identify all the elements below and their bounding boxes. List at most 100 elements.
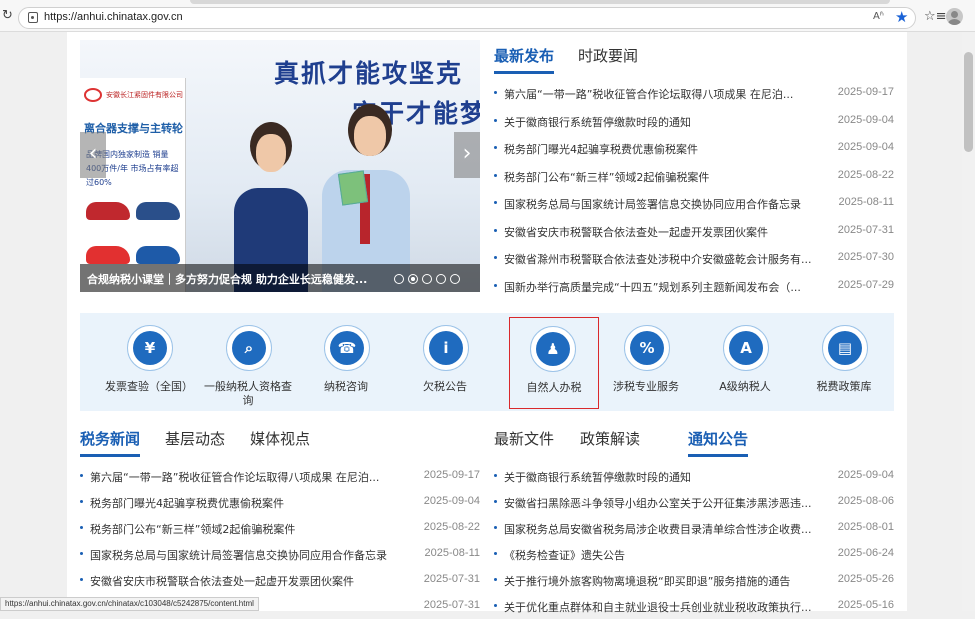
service-icon-ring[interactable]: ¥	[127, 325, 173, 371]
item-title[interactable]: 国家税务总局安徽省税务局涉企收费目录清单综合性涉企收费...	[504, 521, 814, 537]
item-title[interactable]: 《税务检查证》遗失公告	[504, 547, 814, 563]
item-title[interactable]: 关于徽商银行系统暂停缴款时段的通知	[504, 469, 814, 485]
list-item[interactable]: 关于徽商银行系统暂停缴款时段的通知 2025-09-04	[494, 114, 894, 134]
service-label[interactable]: 自然人办税	[510, 381, 598, 395]
page-scrollbar[interactable]	[962, 32, 975, 611]
item-title[interactable]: 国家税务总局与国家统计局签署信息交换协同应用合作备忘录	[504, 196, 814, 212]
list-item[interactable]: 第六届“一带一路”税收征管合作论坛取得八项成果 在尼泊... 2025-09-17	[80, 469, 480, 489]
item-date: 2025-09-04	[837, 113, 894, 126]
car-blue-icon	[136, 246, 180, 264]
list-item[interactable]: 关于推行境外旅客购物离境退税“即买即退”服务措施的通告 2025-05-26	[494, 573, 894, 593]
item-title[interactable]: 税务部门公布“新三样”领域2起偷骗税案件	[90, 521, 400, 537]
tab-news-2[interactable]: 媒体视点	[250, 428, 310, 454]
tab-notices-1[interactable]: 政策解读	[580, 428, 640, 454]
item-title[interactable]: 税务部门曝光4起骗享税费优惠偷税案件	[504, 141, 814, 157]
favorite-star-icon[interactable]: ★	[895, 8, 908, 26]
address-bar[interactable]: https://anhui.chinatax.gov.cn Aʱ ★	[18, 7, 916, 29]
favorites-icon[interactable]: ☆≡	[924, 9, 947, 24]
list-item[interactable]: 国家税务总局与国家统计局签署信息交换协同应用合作备忘录 2025-08-11	[494, 196, 894, 216]
item-date: 2025-08-06	[837, 495, 894, 507]
list-item[interactable]: 安徽省安庆市税警联合依法查处一起虚开发票团伙案件 2025-07-31	[494, 224, 894, 244]
service-invoice-check[interactable]: ¥ 发票查验（全国）	[101, 313, 197, 411]
list-item[interactable]: 第六届“一带一路”税收征管合作论坛取得八项成果 在尼泊... 2025-09-17	[494, 86, 894, 106]
service-icon-ring[interactable]: A	[723, 325, 769, 371]
carousel-next-button[interactable]: ›	[454, 132, 480, 178]
item-title[interactable]: 关于徽商银行系统暂停缴款时段的通知	[504, 114, 814, 130]
list-item[interactable]: 国家税务总局与国家统计局签署信息交换协同应用合作备忘录 2025-08-11	[80, 547, 480, 567]
service-label[interactable]: 一般纳税人资格查询	[200, 380, 296, 408]
item-title[interactable]: 安徽省安庆市税警联合依法查处一起虚开发票团伙案件	[504, 224, 814, 240]
carousel-prev-button[interactable]: ‹	[80, 132, 106, 178]
item-title[interactable]: 第六届“一带一路”税收征管合作论坛取得八项成果 在尼泊...	[504, 86, 814, 102]
list-item[interactable]: 关于徽商银行系统暂停缴款时段的通知 2025-09-04	[494, 469, 894, 489]
address-url[interactable]: https://anhui.chinatax.gov.cn	[44, 11, 183, 23]
tax-professional-service-icon: %	[630, 331, 664, 365]
tab-latest-1[interactable]: 时政要闻	[578, 45, 638, 71]
service-general-taxpayer-query[interactable]: ⌕ 一般纳税人资格查询	[200, 313, 296, 411]
item-title[interactable]: 第六届“一带一路”税收征管合作论坛取得八项成果 在尼泊...	[90, 469, 400, 485]
slogan-line-1: 真抓才能攻坚克	[274, 59, 464, 88]
carousel-dot[interactable]	[394, 274, 404, 284]
tab-notices-2[interactable]: 通知公告	[688, 428, 749, 457]
item-title[interactable]: 安徽省扫黑除恶斗争领导小组办公室关于公开征集涉黑涉恶违...	[504, 495, 814, 511]
list-item[interactable]: 关于优化重点群体和自主就业退役士兵创业就业税收政策执行... 2025-05-16	[494, 599, 894, 619]
service-individual-tax[interactable]: ♟ 自然人办税	[509, 317, 599, 409]
tab-strip	[190, 0, 890, 4]
list-item[interactable]: 安徽省扫黑除恶斗争领导小组办公室关于公开征集涉黑涉恶违... 2025-08-06	[494, 495, 894, 515]
tab-notices-0[interactable]: 最新文件	[494, 428, 554, 454]
list-item[interactable]: 税务部门公布“新三样”领域2起偷骗税案件 2025-08-22	[494, 169, 894, 189]
scrollbar-thumb[interactable]	[964, 52, 973, 152]
carousel-dot[interactable]	[408, 274, 418, 284]
tab-latest-0[interactable]: 最新发布	[494, 45, 555, 74]
profile-avatar[interactable]	[946, 8, 963, 25]
car-red-icon	[86, 202, 130, 220]
carousel-caption[interactable]: 合规纳税小课堂｜多方努力促合规 助力企业长远稳健发...	[80, 264, 480, 292]
service-label[interactable]: 纳税咨询	[298, 380, 394, 394]
service-label[interactable]: 欠税公告	[397, 380, 493, 394]
tab-news-1[interactable]: 基层动态	[165, 428, 225, 454]
tab-news-0[interactable]: 税务新闻	[80, 428, 141, 457]
service-tax-professional-service[interactable]: % 涉税专业服务	[598, 313, 694, 411]
item-title[interactable]: 国新办举行高质量完成“十四五”规划系列主题新闻发布会（...	[504, 279, 814, 295]
list-item[interactable]: 税务部门曝光4起骗享税费优惠偷税案件 2025-09-04	[494, 141, 894, 161]
list-item[interactable]: 税务部门公布“新三样”领域2起偷骗税案件 2025-08-22	[80, 521, 480, 541]
reload-icon[interactable]: ↻	[2, 8, 13, 23]
service-label[interactable]: 税费政策库	[796, 380, 892, 394]
carousel-dot[interactable]	[436, 274, 446, 284]
service-tax-policy-library[interactable]: ▤ 税费政策库	[796, 313, 892, 411]
list-item[interactable]: 国家税务总局安徽省税务局涉企收费目录清单综合性涉企收费... 2025-08-01	[494, 521, 894, 541]
list-item[interactable]: 安徽省滁州市税警联合依法查处涉税中介安徽盛乾会计服务有... 2025-07-30	[494, 251, 894, 271]
item-title[interactable]: 关于推行境外旅客购物离境退税“即买即退”服务措施的通告	[504, 573, 814, 589]
carousel-caption-text[interactable]: 合规纳税小课堂｜多方努力促合规 助力企业长远稳健发...	[87, 271, 367, 287]
service-tax-consult[interactable]: ☎ 纳税咨询	[298, 313, 394, 411]
carousel-image[interactable]: 真抓才能攻坚克 实干才能梦 安徽长江紧固件有限公司 离合器支撑与主转轮 品牌国内…	[80, 40, 480, 292]
service-label[interactable]: 发票查验（全国）	[101, 380, 197, 394]
list-item[interactable]: 《税务检查证》遗失公告 2025-06-24	[494, 547, 894, 567]
list-item[interactable]: 税务部门曝光4起骗享税费优惠偷税案件 2025-09-04	[80, 495, 480, 515]
item-title[interactable]: 国家税务总局与国家统计局签署信息交换协同应用合作备忘录	[90, 547, 400, 563]
carousel-dot[interactable]	[450, 274, 460, 284]
lock-icon[interactable]	[28, 12, 38, 23]
service-icon-ring[interactable]: %	[624, 325, 670, 371]
item-title[interactable]: 关于优化重点群体和自主就业退役士兵创业就业税收政策执行...	[504, 599, 814, 615]
tax-policy-library-icon: ▤	[828, 331, 862, 365]
item-title[interactable]: 安徽省安庆市税警联合依法查处一起虚开发票团伙案件	[90, 573, 400, 589]
list-item[interactable]: 国新办举行高质量完成“十四五”规划系列主题新闻发布会（... 2025-07-29	[494, 279, 894, 299]
item-title[interactable]: 税务部门公布“新三样”领域2起偷骗税案件	[504, 169, 814, 185]
service-a-grade-taxpayer[interactable]: A A级纳税人	[697, 313, 793, 411]
service-tax-arrears-notice[interactable]: i 欠税公告	[397, 313, 493, 411]
service-icon-ring[interactable]: ⌕	[226, 325, 272, 371]
service-icon-ring[interactable]: ▤	[822, 325, 868, 371]
carousel-dot[interactable]	[422, 274, 432, 284]
status-url: https://anhui.chinatax.gov.cn/chinatax/c…	[0, 597, 259, 611]
item-title[interactable]: 税务部门曝光4起骗享税费优惠偷税案件	[90, 495, 400, 511]
list-item[interactable]: 安徽省安庆市税警联合依法查处一起虚开发票团伙案件 2025-07-31	[80, 573, 480, 593]
service-label[interactable]: 涉税专业服务	[598, 380, 694, 394]
item-title[interactable]: 安徽省滁州市税警联合依法查处涉税中介安徽盛乾会计服务有...	[504, 251, 814, 267]
read-aloud-icon[interactable]: Aʱ	[873, 11, 884, 22]
service-label[interactable]: A级纳税人	[697, 380, 793, 394]
service-icon-ring[interactable]: ☎	[324, 325, 370, 371]
headline-carousel[interactable]: 真抓才能攻坚克 实干才能梦 安徽长江紧固件有限公司 离合器支撑与主转轮 品牌国内…	[80, 40, 480, 292]
service-icon-ring[interactable]: i	[423, 325, 469, 371]
service-icon-ring[interactable]: ♟	[530, 326, 576, 372]
